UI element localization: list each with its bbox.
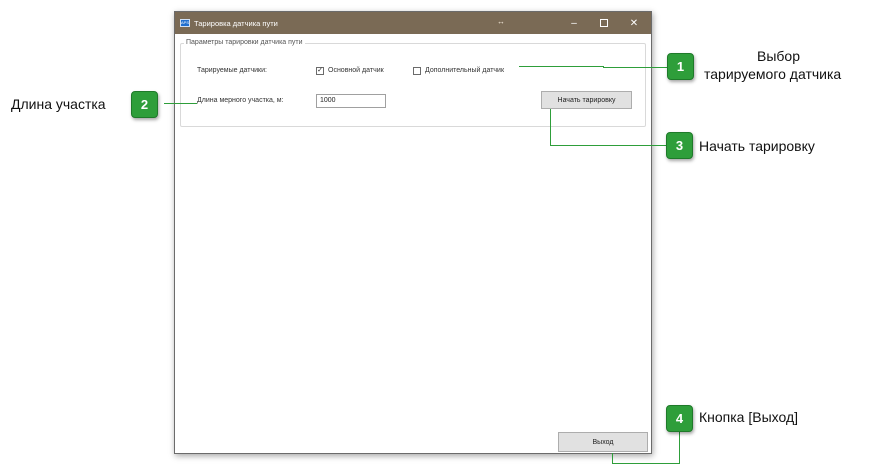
callout-4-text: Кнопка [Выход] (699, 409, 799, 425)
callout-badge-4: 4 (666, 405, 693, 432)
callout-4-line-c (679, 432, 680, 464)
title-bar[interactable]: APS Тарировка датчика пути ↔ – ✕ (175, 12, 651, 34)
exit-button[interactable]: Выход (558, 432, 648, 452)
callout-3-line-a (550, 109, 551, 146)
calibration-window: APS Тарировка датчика пути ↔ – ✕ Парамет… (174, 11, 652, 454)
callout-badge-2: 2 (131, 91, 158, 118)
resize-arrows-icon: ↔ (497, 17, 505, 26)
callout-2-text: Длина участка (11, 96, 106, 112)
sensors-label: Тарируемые датчики: (197, 67, 267, 74)
main-sensor-label[interactable]: Основной датчик (328, 67, 384, 74)
callout-1-line-c (603, 67, 667, 68)
minimize-button[interactable]: – (559, 12, 589, 34)
maximize-icon (600, 19, 608, 27)
callout-4-line-b (612, 463, 679, 464)
callout-1-text-line1: Выбор (757, 48, 800, 64)
main-sensor-checkbox[interactable]: ✓ (316, 67, 324, 75)
extra-sensor-checkbox[interactable] (413, 67, 421, 75)
length-input[interactable]: 1000 (316, 94, 386, 108)
group-legend: Параметры тарировки датчика пути (184, 39, 305, 46)
callout-1-line-a (519, 66, 603, 67)
window-title: Тарировка датчика пути (194, 18, 278, 28)
length-label: Длина мерного участка, м: (197, 97, 284, 104)
close-button[interactable]: ✕ (619, 12, 649, 34)
callout-3-line-b (550, 145, 666, 146)
extra-sensor-label[interactable]: Дополнительный датчик (425, 67, 504, 74)
callout-badge-3: 3 (666, 132, 693, 159)
app-icon: APS (180, 19, 190, 27)
callout-1-text-line2: тарируемого датчика (704, 66, 842, 82)
maximize-button[interactable] (589, 12, 619, 34)
calibration-parameters-group: Параметры тарировки датчика пути (180, 39, 646, 127)
callout-3-text: Начать тарировку (699, 138, 815, 154)
callout-2-line (164, 103, 197, 104)
start-calibration-button[interactable]: Начать тарировку (541, 91, 632, 109)
callout-badge-1: 1 (667, 53, 694, 80)
